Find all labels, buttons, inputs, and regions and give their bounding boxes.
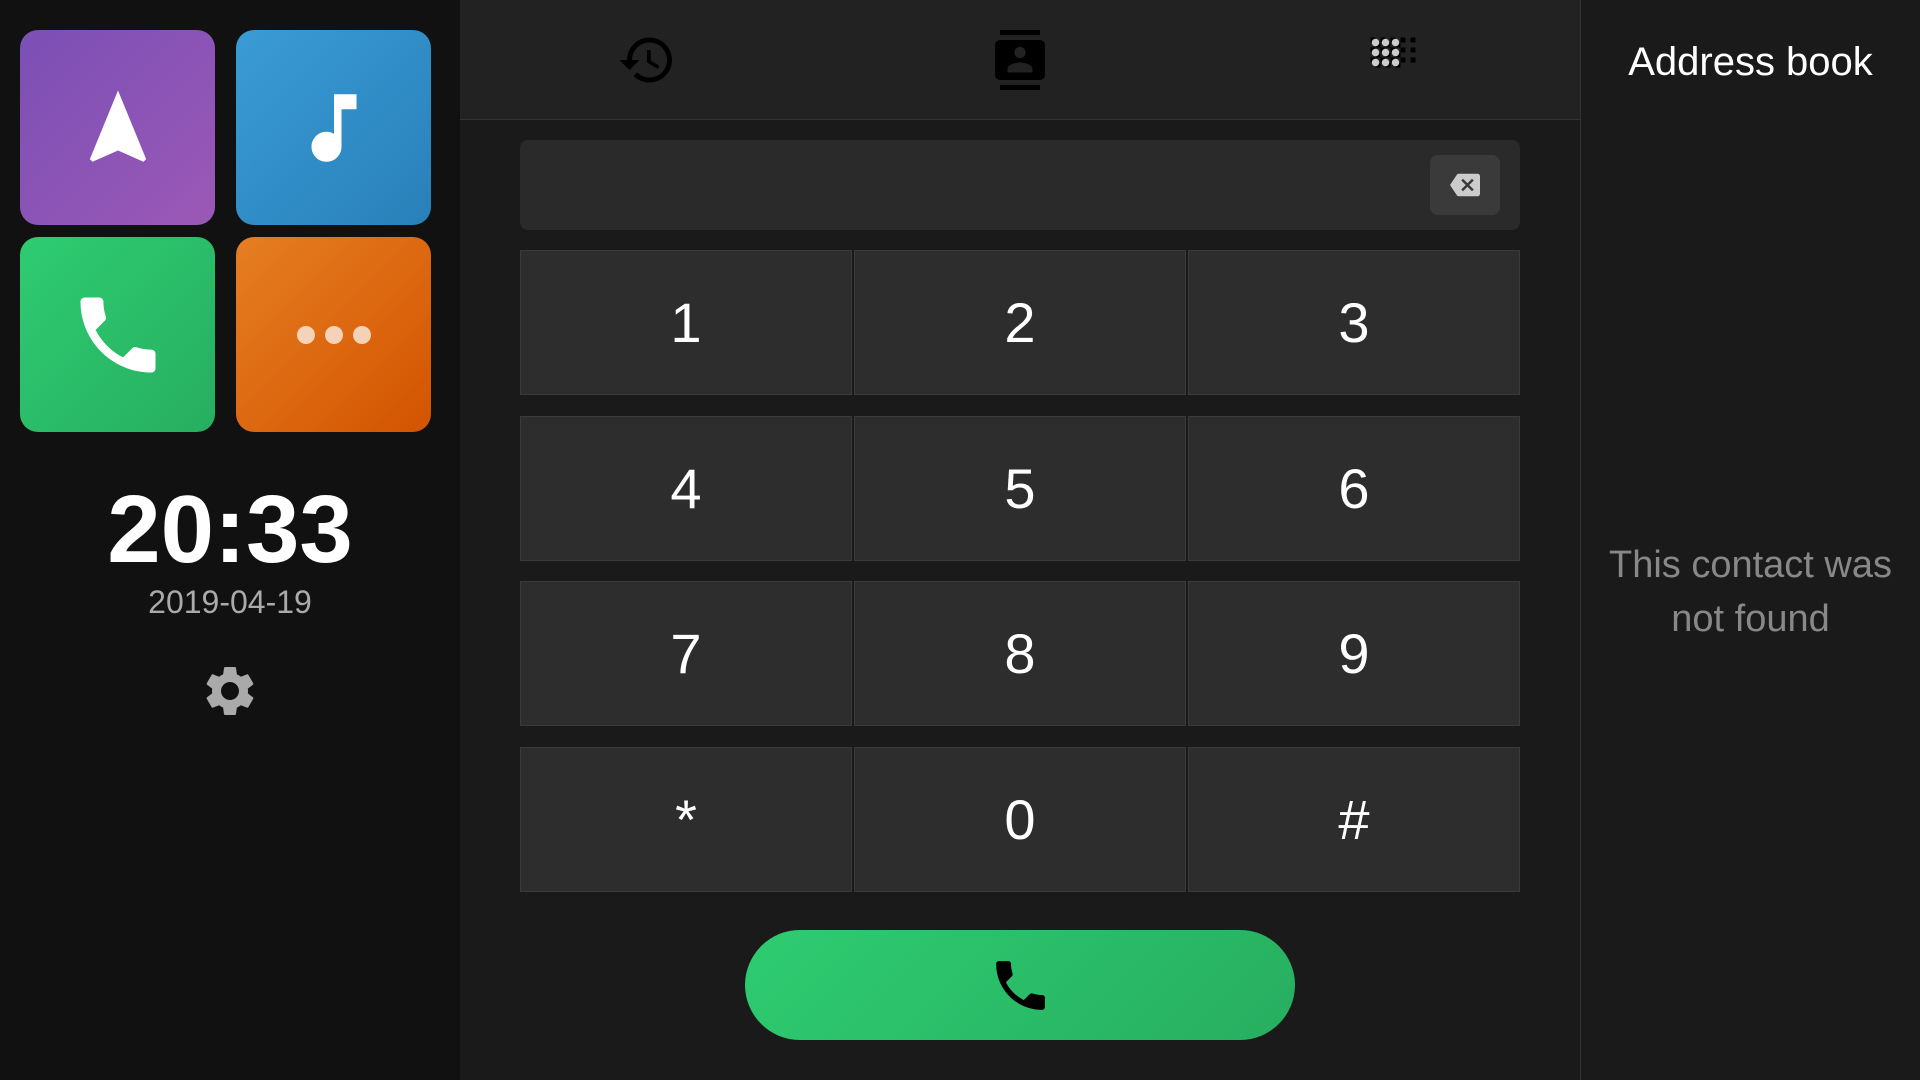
key-0[interactable]: 0: [854, 747, 1186, 892]
call-button-icon: [988, 953, 1053, 1018]
nav-btn-keypad[interactable]: [1323, 20, 1463, 100]
key-8[interactable]: 8: [854, 581, 1186, 726]
key-5[interactable]: 5: [854, 416, 1186, 561]
key-7[interactable]: 7: [520, 581, 852, 726]
key-9[interactable]: 9: [1188, 581, 1520, 726]
address-book-header: Address book: [1581, 0, 1920, 105]
nav-btn-contacts[interactable]: [950, 20, 1090, 100]
key-2[interactable]: 2: [854, 250, 1186, 395]
middle-panel: 1 2 3 4 5 6 7 8 9 * 0 #: [460, 0, 1580, 1080]
settings-area[interactable]: [200, 661, 260, 734]
key-hash[interactable]: #: [1188, 747, 1520, 892]
key-1[interactable]: 1: [520, 250, 852, 395]
nav-btn-recent[interactable]: [577, 20, 717, 100]
top-nav: [460, 0, 1580, 120]
key-3[interactable]: 3: [1188, 250, 1520, 395]
recent-calls-icon: [617, 30, 677, 90]
address-book-content: This contact was not found: [1581, 105, 1920, 1080]
not-found-message: This contact was not found: [1601, 539, 1900, 645]
key-6[interactable]: 6: [1188, 416, 1520, 561]
clock-time: 20:33: [107, 482, 353, 578]
dialer-container: 1 2 3 4 5 6 7 8 9 * 0 #: [460, 120, 1580, 1080]
contacts-icon: [990, 30, 1050, 90]
backspace-button[interactable]: [1430, 155, 1500, 215]
gear-icon[interactable]: [200, 661, 260, 734]
app-tile-navigation[interactable]: [20, 30, 215, 225]
music-icon: [289, 83, 379, 173]
call-btn-container: [520, 910, 1520, 1060]
backspace-icon: [1445, 170, 1485, 200]
address-book-title: Address book: [1601, 40, 1900, 85]
dots-icon: [297, 326, 371, 344]
clock-date: 2019-04-19: [107, 584, 353, 621]
clock-area: 20:33 2019-04-19: [107, 482, 353, 621]
app-tile-phone[interactable]: [20, 237, 215, 432]
display-bar: [520, 140, 1520, 230]
call-button[interactable]: [745, 930, 1295, 1040]
key-star[interactable]: *: [520, 747, 852, 892]
app-tile-more[interactable]: [236, 237, 431, 432]
keypad: 1 2 3 4 5 6 7 8 9 * 0 #: [520, 250, 1520, 910]
app-tile-music[interactable]: [236, 30, 431, 225]
right-panel: Address book This contact was not found: [1580, 0, 1920, 1080]
keypad-icon: [1363, 30, 1423, 90]
app-grid: [20, 30, 440, 432]
navigation-icon: [73, 83, 163, 173]
left-panel: 20:33 2019-04-19: [0, 0, 460, 1080]
key-4[interactable]: 4: [520, 416, 852, 561]
phone-icon-home: [68, 285, 168, 385]
